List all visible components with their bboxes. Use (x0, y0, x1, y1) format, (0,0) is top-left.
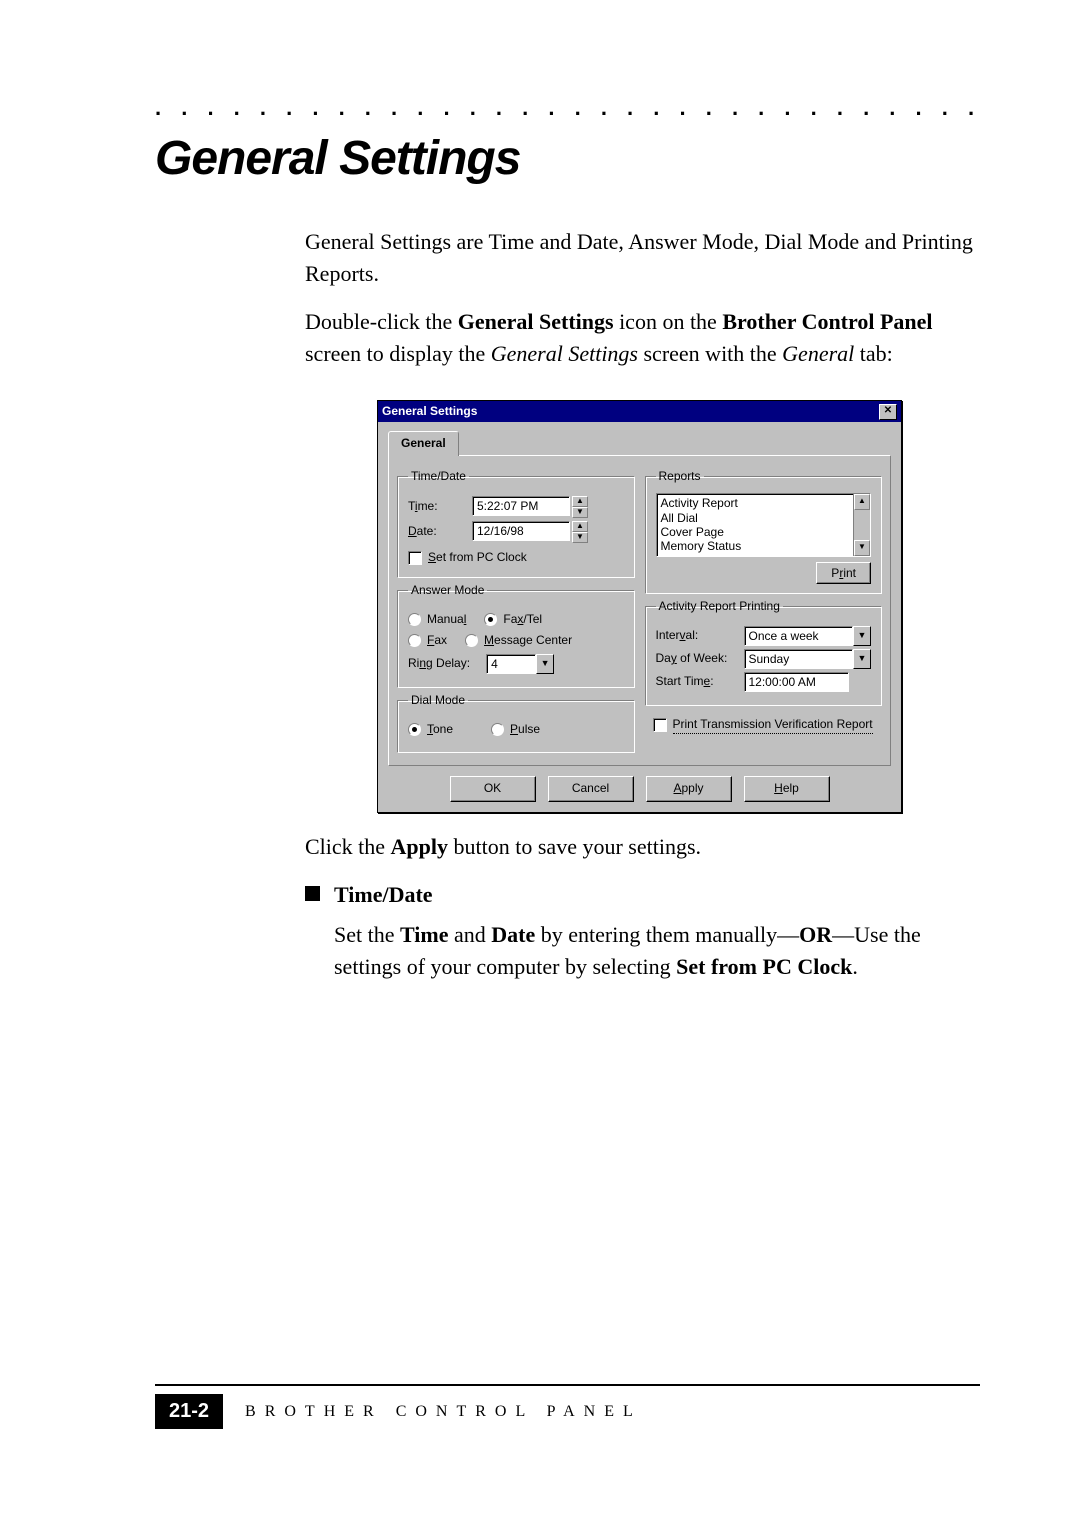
tone-label: Tone (427, 721, 453, 738)
interval-label: Interval: (656, 627, 738, 644)
interval-dropdown-icon[interactable]: ▼ (853, 626, 871, 646)
messagecenter-label: Message Center (484, 632, 572, 649)
square-bullet-icon (305, 886, 320, 901)
starttime-field[interactable] (744, 672, 849, 692)
dow-field[interactable] (744, 649, 854, 669)
scroll-up-icon[interactable]: ▲ (854, 494, 870, 510)
answermode-group: Answer Mode Manual Fax/Tel Fax Message C… (397, 582, 635, 688)
fax-label: Fax (427, 632, 447, 649)
cancel-button[interactable]: Cancel (548, 776, 634, 801)
intro-paragraph-2: Double-click the General Settings icon o… (305, 306, 980, 370)
dialmode-group: Dial Mode Tone Pulse (397, 692, 635, 754)
answermode-legend: Answer Mode (408, 582, 487, 599)
ptv-checkbox[interactable] (653, 718, 667, 732)
page-footer: 21-2 BROTHER CONTROL PANEL (155, 1384, 980, 1429)
interval-field[interactable] (744, 626, 854, 646)
close-icon[interactable]: ✕ (879, 404, 897, 420)
reports-legend: Reports (656, 468, 704, 485)
list-item[interactable]: All Dial (661, 511, 850, 525)
date-spin-up-icon[interactable]: ▲ (572, 521, 588, 532)
faxtel-label: Fax/Tel (503, 611, 542, 628)
list-item[interactable]: Activity Report (661, 496, 850, 510)
ok-button[interactable]: OK (450, 776, 536, 801)
list-item[interactable]: Cover Page (661, 525, 850, 539)
dow-label: Day of Week: (656, 650, 738, 667)
tab-general[interactable]: General (388, 431, 459, 455)
pulse-radio[interactable] (491, 723, 504, 736)
reports-group: Reports Activity Report All Dial Cover P… (645, 468, 883, 594)
messagecenter-radio[interactable] (465, 634, 478, 647)
dialmode-legend: Dial Mode (408, 692, 468, 709)
bullet-body: Set the Time and Date by entering them m… (334, 919, 980, 983)
faxtel-radio[interactable] (484, 613, 497, 626)
page-number-badge: 21-2 (155, 1394, 223, 1429)
document-page: . . . . . . . . . . . . . . . . . . . . … (0, 0, 1080, 1519)
apply-button[interactable]: Apply (646, 776, 732, 801)
decorative-dots: . . . . . . . . . . . . . . . . . . . . … (155, 95, 980, 121)
time-spin-down-icon[interactable]: ▼ (572, 507, 588, 518)
time-field[interactable] (472, 496, 570, 516)
scroll-down-icon[interactable]: ▼ (854, 540, 870, 556)
general-settings-dialog: General Settings ✕ General Time/Date (377, 400, 902, 813)
list-item[interactable]: Memory Status (661, 539, 850, 553)
ringdelay-label: Ring Delay: (408, 655, 470, 672)
help-button[interactable]: Help (744, 776, 830, 801)
arp-legend: Activity Report Printing (656, 598, 783, 615)
intro-paragraph-1: General Settings are Time and Date, Answ… (305, 226, 980, 290)
date-spin-down-icon[interactable]: ▼ (572, 532, 588, 543)
dow-dropdown-icon[interactable]: ▼ (853, 649, 871, 669)
dialog-title: General Settings (382, 403, 477, 420)
tone-radio[interactable] (408, 723, 421, 736)
pulse-label: Pulse (510, 721, 540, 738)
manual-radio[interactable] (408, 613, 421, 626)
set-from-pc-checkbox[interactable] (408, 551, 422, 565)
set-from-pc-label: Set from PC Clock (428, 549, 527, 566)
timedate-legend: Time/Date (408, 468, 469, 485)
reports-scrollbar[interactable]: ▲ ▼ (853, 494, 870, 556)
time-label: Time: (408, 498, 466, 515)
dialog-titlebar: General Settings ✕ (378, 401, 901, 422)
reports-listbox[interactable]: Activity Report All Dial Cover Page Memo… (656, 493, 872, 557)
page-title: General Settings (155, 131, 980, 186)
time-spin-up-icon[interactable]: ▲ (572, 496, 588, 507)
after-dialog-paragraph: Click the Apply button to save your sett… (305, 831, 980, 863)
ringdelay-field[interactable] (486, 654, 536, 674)
timedate-group: Time/Date Time: ▲ ▼ (397, 468, 635, 578)
date-field[interactable] (472, 521, 570, 541)
bullet-heading: Time/Date (334, 879, 980, 911)
footer-section-title: BROTHER CONTROL PANEL (245, 1403, 642, 1421)
ptv-label: Print Transmission Verification Report (673, 716, 873, 734)
activity-report-printing-group: Activity Report Printing Interval: ▼ (645, 598, 883, 706)
ringdelay-dropdown-icon[interactable]: ▼ (536, 654, 554, 674)
fax-radio[interactable] (408, 634, 421, 647)
manual-label: Manual (427, 611, 466, 628)
date-label: Date: (408, 523, 466, 540)
print-button[interactable]: Print (816, 562, 871, 584)
starttime-label: Start Time: (656, 673, 738, 690)
